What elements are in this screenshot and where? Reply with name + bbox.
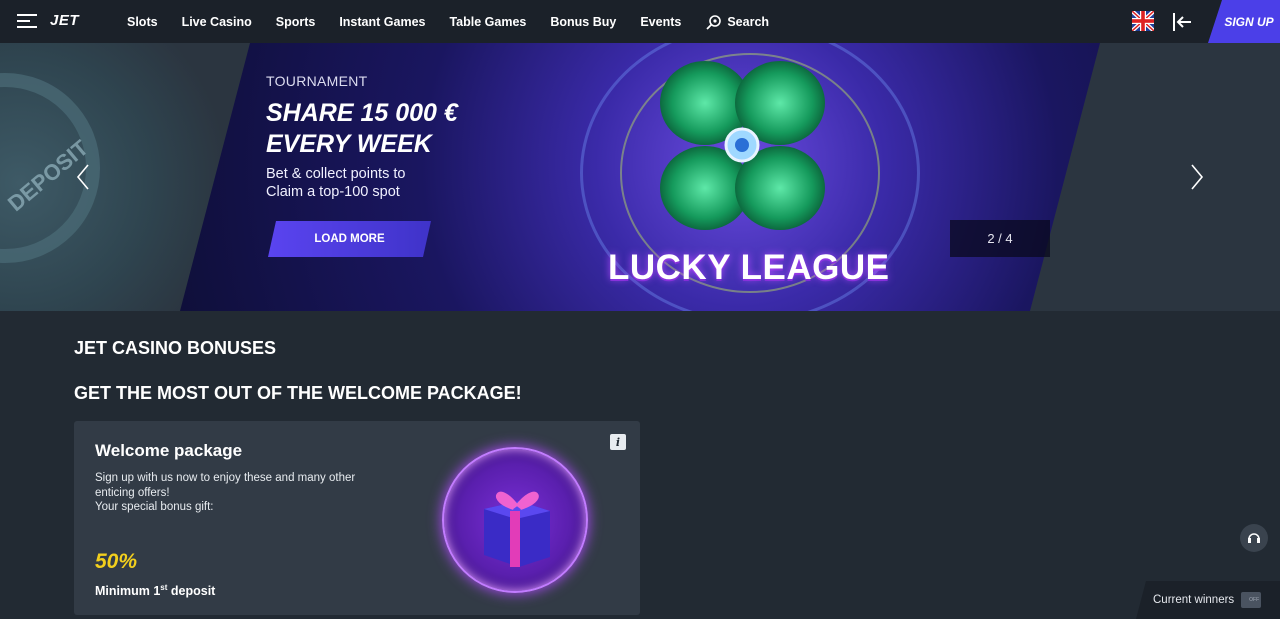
min-deposit-suffix: deposit bbox=[167, 584, 216, 599]
nav-item-bonus-buy[interactable]: Bonus Buy bbox=[550, 15, 616, 29]
min-deposit-label: Minimum 1st deposit bbox=[95, 583, 215, 598]
login-icon[interactable] bbox=[1171, 11, 1193, 33]
support-headset-icon[interactable] bbox=[1240, 524, 1268, 552]
current-winners-label: Current winners bbox=[1153, 594, 1235, 606]
card-description-line-1: Sign up with us now to enjoy these and m… bbox=[95, 472, 356, 484]
search-label: Search bbox=[727, 14, 770, 29]
slide-title: SHARE 15 000 € EVERY WEEK bbox=[266, 98, 526, 160]
slide-title-line-1: SHARE 15 000 € bbox=[266, 99, 458, 127]
search-icon bbox=[706, 14, 722, 30]
main-nav: Slots Live Casino Sports Instant Games T… bbox=[127, 0, 793, 43]
min-deposit-prefix: Minimum 1 bbox=[95, 584, 161, 599]
headset-icon bbox=[1248, 533, 1260, 543]
card-description-line-3: Your special bonus gift: bbox=[95, 501, 214, 513]
slide-description-line-2: Claim a top-100 spot bbox=[266, 184, 400, 200]
info-icon[interactable]: i bbox=[610, 434, 626, 450]
slide-counter: 2 / 4 bbox=[950, 220, 1050, 257]
section-heading: JET CASINO BONUSES bbox=[74, 338, 277, 358]
nav-item-live-casino[interactable]: Live Casino bbox=[182, 15, 252, 29]
gift-box-icon bbox=[484, 491, 550, 567]
load-more-button[interactable]: LOAD MORE bbox=[268, 221, 431, 257]
uk-flag-icon[interactable] bbox=[1132, 11, 1154, 31]
sign-up-button[interactable]: SIGN UP bbox=[1208, 0, 1280, 43]
menu-icon[interactable] bbox=[17, 14, 37, 30]
nav-item-table-games[interactable]: Table Games bbox=[449, 15, 526, 29]
slide-title-line-2: EVERY WEEK bbox=[266, 130, 432, 158]
welcome-package-card[interactable]: Welcome package i Sign up with us now to… bbox=[74, 421, 640, 615]
current-winners-toggle[interactable]: OFF bbox=[1241, 592, 1262, 608]
site-logo[interactable]: JET bbox=[50, 12, 79, 29]
bonus-percent: 50% bbox=[95, 550, 138, 573]
hero-carousel: DEPOSIT TOURNAMENT SHARE 15 000 € EVERY … bbox=[0, 43, 1280, 311]
nav-item-events[interactable]: Events bbox=[640, 15, 681, 29]
carousel-prev-arrow-icon[interactable] bbox=[76, 164, 90, 190]
current-winners-bar: Current winners OFF bbox=[1136, 581, 1280, 619]
clover-emerald-graphic bbox=[660, 61, 825, 230]
card-title: Welcome package bbox=[95, 441, 243, 460]
top-header: JET Slots Live Casino Sports Instant Gam… bbox=[0, 0, 1280, 43]
gift-badge bbox=[442, 447, 588, 593]
card-description-line-2: enticing offers! bbox=[95, 486, 170, 499]
search-button[interactable]: Search bbox=[705, 14, 769, 30]
card-description: Sign up with us now to enjoy these and m… bbox=[95, 471, 395, 515]
slide-kicker: TOURNAMENT bbox=[266, 73, 368, 89]
slide-description: Bet & collect points to Claim a top-100 … bbox=[266, 165, 466, 201]
carousel-next-arrow-icon[interactable] bbox=[1190, 164, 1204, 190]
nav-item-slots[interactable]: Slots bbox=[127, 15, 158, 29]
section-subheading: GET THE MOST OUT OF THE WELCOME PACKAGE! bbox=[74, 383, 522, 403]
lucky-league-logo: LUCKY LEAGUE bbox=[608, 248, 890, 287]
slide-description-line-1: Bet & collect points to bbox=[266, 166, 406, 182]
nav-item-instant-games[interactable]: Instant Games bbox=[339, 15, 425, 29]
nav-item-sports[interactable]: Sports bbox=[276, 15, 316, 29]
toggle-state-label: OFF bbox=[1249, 597, 1260, 603]
